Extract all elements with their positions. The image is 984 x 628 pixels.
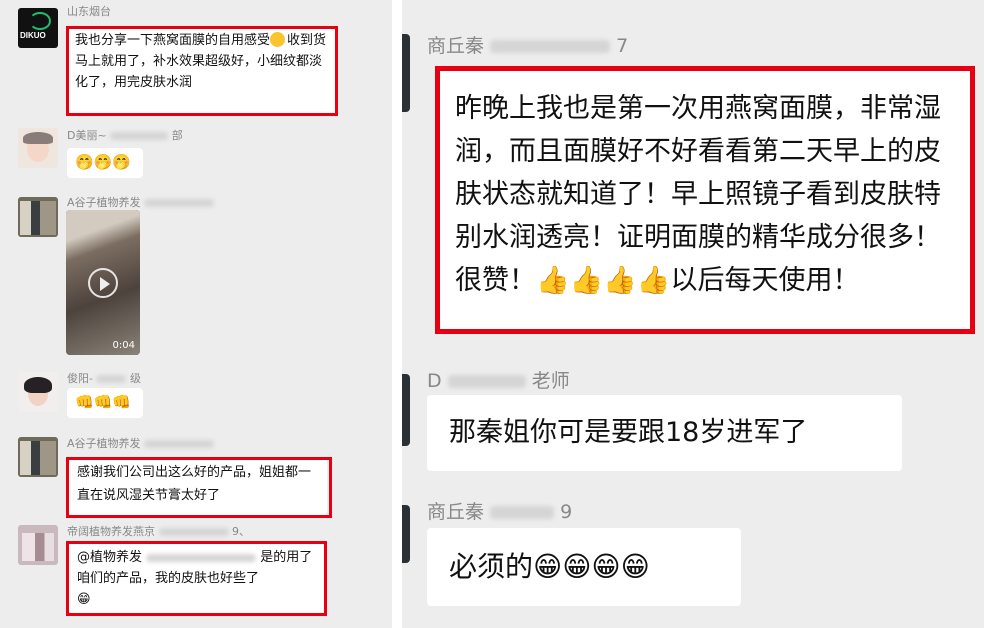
message-text: 那秦姐你可是要跟18岁进军了 (449, 417, 808, 448)
logo-mark (29, 12, 51, 30)
avatar-girl[interactable] (18, 128, 58, 168)
logo-text: DIKUO (20, 31, 46, 40)
sender-name: A谷子植物养发 (67, 435, 215, 451)
message-bubble[interactable]: 必须的😁😁😁😁 (427, 528, 741, 606)
partial-avatar[interactable] (402, 34, 410, 112)
message-text: 感谢我们公司出这么好的产品，姐姐都一直在说风湿关节膏太好了 (77, 465, 312, 503)
message-bubble[interactable]: 那秦姐你可是要跟18岁进军了 (427, 395, 902, 471)
message-bubble[interactable]: 昨晚上我也是第一次用燕窝面膜，非常湿润，而且面膜好不好看看第二天早上的皮肤状态就… (437, 67, 972, 332)
grin-emoji-icon: 😁😁😁😁 (533, 550, 650, 583)
blurred-name (490, 40, 611, 53)
avatar-hair (24, 377, 52, 393)
left-chat-screenshot[interactable]: DIKUO 山东烟台 我也分享一下燕窝面膜的自用感受 收到货马上就用了，补水效果超… (0, 0, 392, 628)
sender-name: D 老师 (427, 370, 570, 392)
message-bubble[interactable]: 感谢我们公司出这么好的产品，姐姐都一直在说风湿关节膏太好了 (67, 457, 327, 515)
message-text: 我也分享一下燕窝面膜的自用感受 (75, 33, 271, 48)
avatar-shop[interactable] (18, 197, 58, 237)
mention-text[interactable]: @植物养发 (77, 550, 142, 565)
blurred-name (447, 375, 526, 388)
message-bubble[interactable]: @植物养发 是的用了咱们的产品，我的皮肤也好些了 😁 (67, 543, 327, 613)
message-bubble[interactable]: 我也分享一下燕窝面膜的自用感受 收到货马上就用了，补水效果超级好，小细纹都淡化了，… (67, 26, 337, 114)
sender-name: 俊阳- 级 (67, 372, 141, 385)
message-text: 必须的 (449, 550, 534, 583)
partial-avatar[interactable] (402, 505, 410, 563)
comparison-screenshot: DIKUO 山东烟台 我也分享一下燕窝面膜的自用感受 收到货马上就用了，补水效果超… (0, 0, 984, 628)
avatar-woman[interactable] (18, 372, 58, 412)
avatar-product[interactable] (18, 525, 58, 565)
emoji-bubble[interactable]: 👊👊👊 (67, 388, 143, 418)
play-icon[interactable] (88, 268, 118, 298)
message-text-end: 以后每天使用！ (670, 265, 860, 296)
sender-name: D美丽~ 部 (67, 129, 183, 142)
video-duration: 0:04 (112, 340, 135, 351)
avatar-scene (20, 441, 56, 475)
sender-name: 商丘秦 9 (427, 501, 573, 523)
grin-emoji-icon: 😁 (77, 592, 91, 607)
sender-name: A谷子植物养发 (67, 194, 215, 210)
blurred-mention (146, 553, 257, 562)
fist-bump-emoji-icon: 👊👊👊 (75, 393, 132, 411)
avatar-dikuo-logo[interactable]: DIKUO (18, 8, 58, 48)
thumbs-up-emoji-icon: 👍👍👍👍 (536, 265, 671, 296)
sender-name: 山东烟台 (67, 5, 111, 18)
avatar-hair (23, 132, 53, 144)
hand-cover-face-emoji-icon: 🤭🤭🤭 (75, 153, 132, 171)
blurred-name (96, 375, 127, 383)
blurred-name (144, 199, 215, 207)
sender-name: 商丘秦 7 (427, 35, 629, 57)
avatar-scene (22, 533, 54, 561)
blurred-name (144, 440, 215, 448)
blurred-name (158, 528, 229, 536)
avatar-shop[interactable] (18, 437, 58, 477)
emoji-bubble[interactable]: 🤭🤭🤭 (67, 148, 143, 178)
video-message[interactable]: 0:04 (66, 210, 140, 355)
blurred-name (490, 506, 555, 519)
sender-name: 帝阔植物养发燕京 9、 (67, 525, 250, 538)
right-chat-screenshot[interactable]: 商丘秦 7 昨晚上我也是第一次用燕窝面膜，非常湿润，而且面膜好不好看看第二天早上… (402, 0, 984, 628)
avatar-scene (20, 201, 56, 235)
partial-avatar[interactable] (402, 374, 410, 446)
blurred-name (110, 132, 169, 140)
grin-emoji-icon (270, 32, 286, 47)
